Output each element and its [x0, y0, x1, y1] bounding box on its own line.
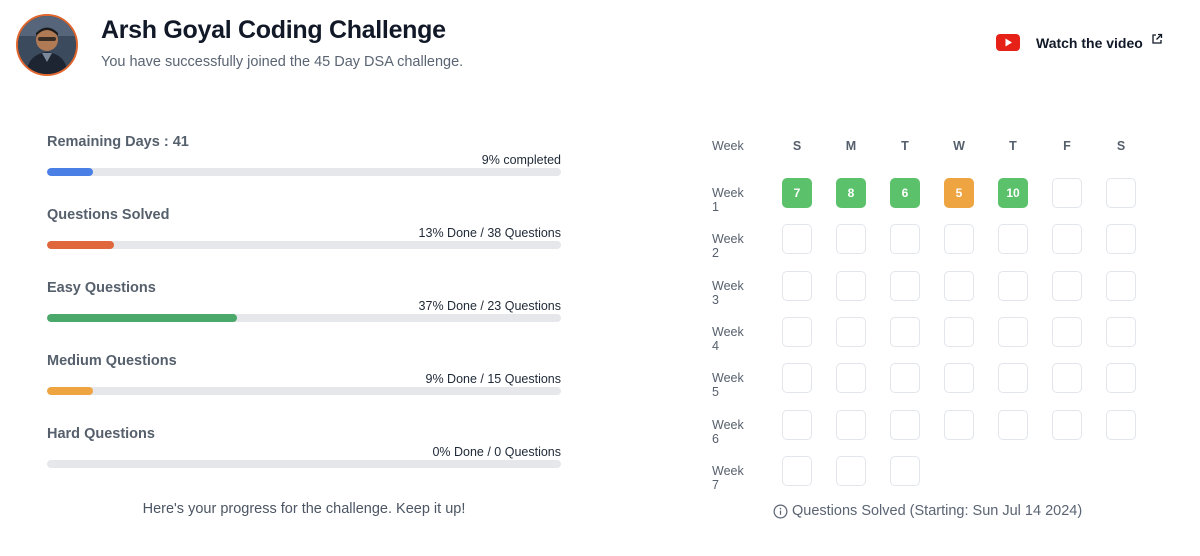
calendar-day-cell[interactable] — [1106, 224, 1136, 255]
progress-fill — [47, 387, 94, 395]
progress-message: Here's your progress for the challenge. … — [142, 501, 466, 517]
calendar-day-cell[interactable] — [836, 316, 866, 347]
metric-label: Easy Questions — [47, 280, 156, 296]
calendar-day-cell[interactable] — [998, 409, 1028, 440]
metric-label: Questions Solved — [47, 207, 170, 223]
calendar-day-cell[interactable] — [836, 224, 866, 255]
calendar-day-cell[interactable] — [836, 409, 866, 440]
external-link-icon — [1152, 33, 1162, 44]
metric-label: Remaining Days : 41 — [47, 134, 189, 150]
calendar-day-cell[interactable] — [998, 224, 1028, 255]
calendar-day-cell[interactable] — [890, 270, 920, 301]
metric-hard-questions: Hard Questions 0% Done / 0 Questions — [47, 426, 561, 476]
day-header: T — [901, 139, 909, 153]
metric-questions-solved: Questions Solved 13% Done / 38 Questions — [47, 207, 561, 257]
info-icon — [773, 504, 788, 518]
metric-label: Medium Questions — [47, 353, 177, 369]
week-column-header: Week — [712, 139, 744, 153]
youtube-icon — [996, 34, 1020, 51]
calendar-day-cell[interactable] — [1052, 409, 1082, 440]
calendar-day-cell[interactable]: 7 — [782, 178, 812, 208]
calendar-day-cell[interactable] — [1052, 316, 1082, 347]
day-header: S — [792, 139, 802, 153]
calendar-day-cell[interactable] — [1106, 270, 1136, 301]
day-header: F — [1063, 139, 1071, 153]
calendar-day-cell[interactable] — [836, 270, 866, 301]
page-subtitle: You have successfully joined the 45 Day … — [101, 54, 464, 70]
calendar-day-cell[interactable]: 6 — [890, 178, 920, 208]
calendar-day-cell[interactable] — [1052, 224, 1082, 255]
calendar-day-cell[interactable]: 8 — [836, 178, 866, 208]
progress-track — [47, 241, 561, 249]
week-label: Week 3 — [712, 278, 744, 307]
metric-detail: 9% completed — [481, 153, 561, 167]
page-title: Arsh Goyal Coding Challenge — [101, 16, 446, 44]
calendar-footer-text: Questions Solved (Starting: Sun Jul 14 2… — [792, 503, 1083, 519]
calendar-day-cell[interactable] — [944, 363, 974, 394]
day-header: T — [1009, 139, 1017, 153]
week-label: Week 7 — [712, 463, 744, 492]
avatar — [16, 14, 78, 76]
calendar-day-cell[interactable]: 10 — [998, 178, 1028, 208]
metric-easy-questions: Easy Questions 37% Done / 23 Questions — [47, 280, 561, 330]
week-label: Week 2 — [712, 232, 744, 261]
calendar-day-cell[interactable] — [890, 316, 920, 347]
metric-detail: 13% Done / 38 Questions — [418, 226, 561, 240]
calendar-day-cell[interactable] — [1052, 178, 1082, 208]
progress-fill — [47, 168, 94, 176]
calendar-day-cell[interactable] — [1052, 363, 1082, 394]
day-header: S — [1116, 139, 1126, 153]
metric-detail: 0% Done / 0 Questions — [432, 445, 561, 459]
calendar-day-cell[interactable] — [944, 316, 974, 347]
week-label: Week 4 — [712, 324, 744, 353]
calendar-day-cell[interactable] — [1106, 178, 1136, 208]
week-label: Week 5 — [712, 371, 744, 400]
progress-fill — [47, 241, 114, 249]
calendar-footer: Questions Solved (Starting: Sun Jul 14 2… — [773, 503, 1082, 519]
calendar-day-cell[interactable] — [836, 455, 866, 486]
calendar-day-cell[interactable] — [836, 363, 866, 394]
calendar-day-cell[interactable] — [998, 316, 1028, 347]
metric-remaining-days: Remaining Days : 41 9% completed — [47, 134, 561, 184]
calendar-day-cell[interactable] — [782, 409, 812, 440]
calendar-day-cell[interactable] — [1052, 270, 1082, 301]
calendar-day-cell[interactable] — [1106, 316, 1136, 347]
calendar-day-cell[interactable] — [890, 409, 920, 440]
progress-fill — [47, 314, 238, 322]
calendar-day-cell[interactable] — [944, 409, 974, 440]
metric-detail: 37% Done / 23 Questions — [418, 299, 561, 313]
profile-photo — [18, 16, 76, 74]
calendar-day-cell[interactable] — [1106, 363, 1136, 394]
calendar-day-cell[interactable] — [782, 270, 812, 301]
day-header: M — [845, 139, 857, 153]
watch-video-link[interactable]: Watch the video — [996, 33, 1163, 52]
day-header: W — [953, 139, 965, 153]
calendar-day-cell[interactable] — [998, 363, 1028, 394]
week-label: Week 6 — [712, 417, 744, 446]
calendar-day-cell[interactable] — [782, 316, 812, 347]
metric-detail: 9% Done / 15 Questions — [425, 372, 562, 386]
calendar-day-cell[interactable] — [782, 224, 812, 255]
week-label: Week 1 — [712, 186, 744, 214]
progress-track — [47, 168, 561, 176]
calendar-day-cell[interactable] — [998, 270, 1028, 301]
calendar-day-cell[interactable] — [944, 224, 974, 255]
calendar-day-cell[interactable] — [782, 455, 812, 486]
metric-label: Hard Questions — [47, 426, 155, 442]
calendar-day-cell[interactable]: 5 — [944, 178, 974, 208]
calendar-day-cell[interactable] — [782, 363, 812, 394]
watch-video-label: Watch the video — [1036, 35, 1143, 51]
metric-medium-questions: Medium Questions 9% Done / 15 Questions — [47, 353, 561, 403]
calendar-day-cell[interactable] — [944, 270, 974, 301]
progress-track — [47, 314, 561, 322]
calendar-day-cell[interactable] — [890, 224, 920, 255]
progress-track — [47, 387, 561, 395]
progress-track — [47, 460, 561, 468]
calendar-day-cell[interactable] — [890, 363, 920, 394]
calendar-day-cell[interactable] — [890, 455, 920, 486]
calendar-day-cell[interactable] — [1106, 409, 1136, 440]
